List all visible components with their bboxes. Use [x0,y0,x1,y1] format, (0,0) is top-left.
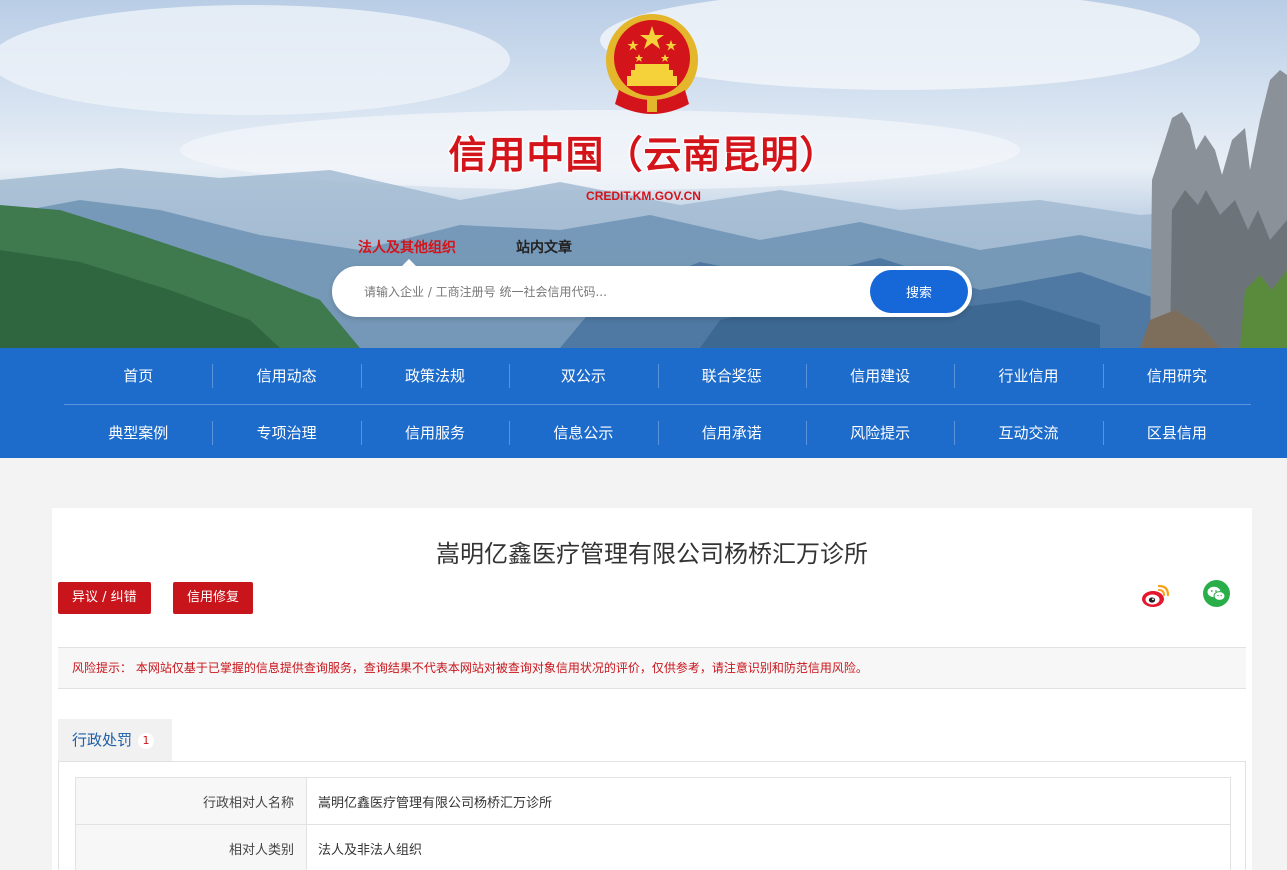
search-tabs: 法人及其他组织 站内文章 [358,237,572,266]
nav-item-double-publicity[interactable]: 双公示 [509,348,657,404]
nav-item-typical-cases[interactable]: 典型案例 [64,405,212,461]
search-tab-organization[interactable]: 法人及其他组织 [358,237,456,266]
site-title: 信用中国（云南昆明） [448,133,839,177]
weibo-icon[interactable] [1141,580,1171,610]
table-row: 行政相对人名称 嵩明亿鑫医疗管理有限公司杨桥汇万诊所 [75,777,1231,825]
nav-item-credit-construction[interactable]: 信用建设 [805,348,954,404]
nav-item-industry-credit[interactable]: 行业信用 [954,348,1102,404]
search-input[interactable] [364,278,854,306]
tab-count-badge: 1 [138,733,155,749]
search-button[interactable]: 搜索 [870,270,968,313]
nav-item-special-governance[interactable]: 专项治理 [212,405,360,461]
table-row: 相对人类别 法人及非法人组织 [75,824,1231,870]
header-banner: 信用中国（云南昆明） CREDIT.KM.GOV.CN 法人及其他组织 站内文章… [0,0,1287,348]
national-emblem-icon [606,14,698,114]
nav-row-1: 首页 信用动态 政策法规 双公示 联合奖惩 信用建设 行业信用 信用研究 [64,348,1251,404]
penalty-panel: 行政相对人名称 嵩明亿鑫医疗管理有限公司杨桥汇万诊所 相对人类别 法人及非法人组… [58,761,1246,870]
nav-item-interaction[interactable]: 互动交流 [954,405,1102,461]
row-label: 行政相对人名称 [75,777,307,825]
site-domain: CREDIT.KM.GOV.CN [586,189,701,203]
company-name-title: 嵩明亿鑫医疗管理有限公司杨桥汇万诊所 [436,540,868,568]
row-value: 嵩明亿鑫医疗管理有限公司杨桥汇万诊所 [306,777,1231,825]
credit-repair-button[interactable]: 信用修复 [173,582,254,614]
main-nav: 首页 信用动态 政策法规 双公示 联合奖惩 信用建设 行业信用 信用研究 典型案… [0,348,1287,458]
nav-item-credit-research[interactable]: 信用研究 [1102,348,1251,404]
nav-item-district-credit[interactable]: 区县信用 [1102,405,1251,461]
risk-notice: 风险提示： 本网站仅基于已掌握的信息提供查询服务，查询结果不代表本网站对被查询对… [58,647,1246,689]
nav-item-risk-alerts[interactable]: 风险提示 [805,405,954,461]
nav-item-credit-services[interactable]: 信用服务 [360,405,509,461]
nav-item-policies[interactable]: 政策法规 [360,348,509,404]
row-value: 法人及非法人组织 [306,824,1231,870]
company-detail-card: 嵩明亿鑫医疗管理有限公司杨桥汇万诊所 异议 / 纠错 信用修复 风险提示： 本网… [52,508,1252,870]
objection-button[interactable]: 异议 / 纠错 [58,582,151,614]
nav-item-joint-rewards[interactable]: 联合奖惩 [657,348,806,404]
nav-item-info-publicity[interactable]: 信息公示 [509,405,657,461]
row-label: 相对人类别 [75,824,307,870]
nav-item-home[interactable]: 首页 [64,348,212,404]
nav-row-2: 典型案例 专项治理 信用服务 信息公示 信用承诺 风险提示 互动交流 区县信用 [64,405,1251,461]
search-tab-articles[interactable]: 站内文章 [516,237,572,257]
wechat-icon[interactable] [1203,580,1230,607]
nav-item-credit-news[interactable]: 信用动态 [212,348,360,404]
tab-administrative-penalty[interactable]: 行政处罚 1 [58,719,172,761]
search-box: 搜索 [332,266,972,317]
tab-label: 行政处罚 [72,731,133,749]
penalty-info-table: 行政相对人名称 嵩明亿鑫医疗管理有限公司杨桥汇万诊所 相对人类别 法人及非法人组… [75,777,1231,870]
nav-item-credit-commitment[interactable]: 信用承诺 [657,405,806,461]
